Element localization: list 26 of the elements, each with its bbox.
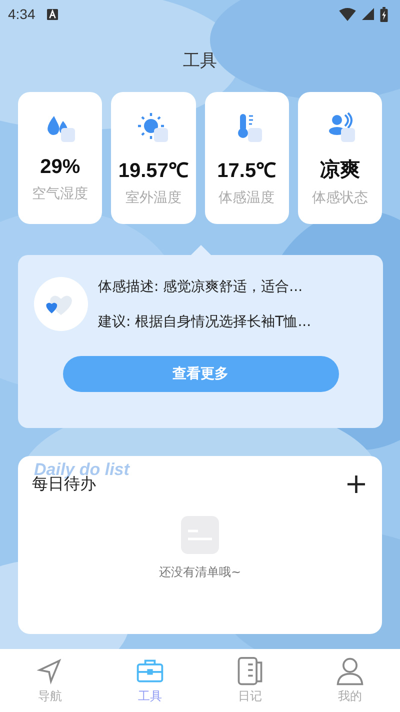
- stat-label: 体感状态: [312, 189, 368, 207]
- wifi-icon: [339, 8, 356, 20]
- stat-value: 29%: [40, 156, 80, 179]
- add-button[interactable]: +: [344, 472, 368, 496]
- notification-icon: [47, 8, 58, 20]
- stat-value: 凉爽: [320, 158, 360, 183]
- sun-icon: [137, 112, 170, 144]
- tab-item[interactable]: 工具: [100, 649, 200, 712]
- empty-message: 还没有清单哦~: [158, 564, 242, 581]
- page-title: 工具: [183, 50, 217, 72]
- stat-value: 17.5℃: [217, 159, 276, 183]
- tab-item[interactable]: 日记: [200, 649, 300, 712]
- comfort-description: 体感描述: 感觉凉爽舒适，适合...: [98, 278, 304, 296]
- stat-label: 空气湿度: [32, 185, 88, 203]
- notebook-icon: [235, 656, 265, 686]
- stat-label: 体感温度: [218, 189, 275, 207]
- clothing-suggestion: 建议: 根据自身情况选择长袖T恤...: [98, 312, 312, 330]
- view-more-button[interactable]: 查看更多: [62, 356, 338, 392]
- person-icon: [335, 656, 365, 686]
- tab-item[interactable]: 导航: [0, 649, 100, 712]
- card-subtitle: Daily do list: [34, 460, 130, 479]
- stat-label: 室外温度: [125, 189, 182, 207]
- signal-icon: [362, 8, 374, 20]
- tab-item[interactable]: 我的: [300, 649, 400, 712]
- stat-value: 19.57℃: [118, 159, 188, 183]
- status-time: 4:34: [8, 6, 36, 22]
